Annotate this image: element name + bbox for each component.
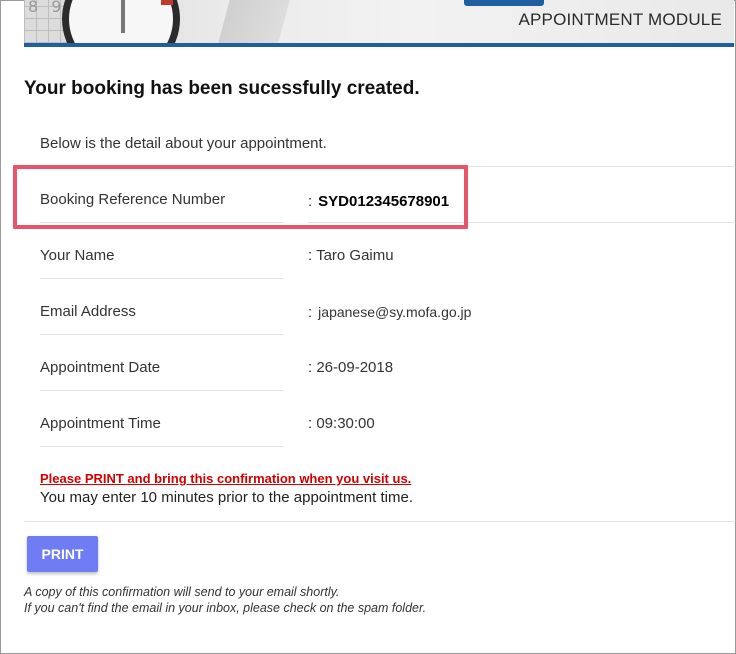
name-value: Taro Gaimu [316,247,394,264]
calendar-digits: 8 9 [28,0,66,16]
print-warning: Please PRINT and bring this confirmation… [40,471,412,486]
time-value-wrap: : 09:30:00 [308,415,375,432]
email-value-wrap: : japanese@sy.mofa.go.jp [308,304,471,321]
banner-stripe [24,43,734,47]
time-label: Appointment Time [40,415,161,432]
highlight-box [13,165,468,229]
email-label: Email Address [40,303,136,320]
spam-folder-note: If you can't find the email in your inbo… [24,601,427,615]
date-value: 26-09-2018 [316,359,394,376]
separator: : [308,359,313,376]
page-title: Your booking has been sucessfully create… [24,78,420,99]
row-divider [40,334,283,335]
separator: : [308,247,313,264]
date-value-wrap: : 26-09-2018 [308,359,393,376]
name-value-wrap: : Taro Gaimu [308,247,394,264]
separator: : [308,415,313,432]
intro-text: Below is the detail about your appointme… [40,135,327,152]
name-label: Your Name [40,247,115,264]
module-title: APPOINTMENT MODULE [518,10,722,29]
row-divider [40,446,283,447]
date-label: Appointment Date [40,359,161,376]
banner-accent [464,0,544,6]
divider [24,521,734,522]
email-copy-note: A copy of this confirmation will send to… [24,585,340,599]
separator: : [308,304,313,321]
entry-note: You may enter 10 minutes prior to the ap… [40,489,413,506]
print-button[interactable]: PRINT [27,536,98,572]
row-divider [40,390,283,391]
time-value: 09:30:00 [316,415,375,432]
email-value: japanese@sy.mofa.go.jp [318,304,472,320]
clock-hand-marker [161,0,173,5]
row-divider [40,278,283,279]
banner-decoration [218,0,290,43]
clock-hand [121,0,125,33]
clock-icon [62,0,180,43]
header-banner: 8 9 APPOINTMENT MODULE [24,0,734,43]
